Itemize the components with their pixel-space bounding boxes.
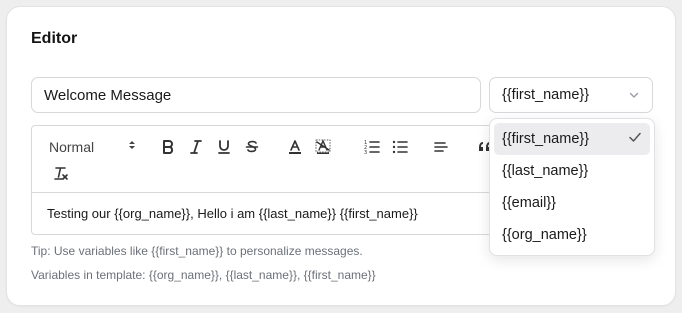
bullet-list-button[interactable] [391,138,409,156]
variable-option-first-name[interactable]: {{first_name}} [494,123,650,155]
variable-option-last-name[interactable]: {{last_name}} [494,155,650,187]
align-button[interactable] [432,138,450,156]
editor-card: Editor {{first_name}} Normal [6,6,676,306]
header-format-label: Normal [49,139,95,155]
message-title-input[interactable] [31,77,481,113]
background-color-icon [315,139,331,154]
text-color-icon [289,140,301,154]
template-variables-text: Variables in template: {{org_name}}, {{l… [31,268,376,282]
bold-button[interactable] [160,138,176,156]
variable-dropdown-menu: {{first_name}} {{last_name}} {{email}} {… [489,118,655,256]
underline-button[interactable] [216,138,232,156]
underline-icon [218,140,230,154]
clear-format-icon [54,167,68,180]
strikethrough-icon [245,140,259,153]
variable-select[interactable]: {{first_name}} [489,77,653,113]
italic-button[interactable] [188,138,204,156]
align-left-icon [434,142,448,152]
option-label: {{last_name}} [502,163,589,179]
chevron-down-icon [628,89,640,101]
ordered-list-button[interactable]: 123 [363,138,381,156]
strikethrough-button[interactable] [244,138,260,156]
background-color-button[interactable] [314,138,332,156]
ordered-list-icon: 123 [364,140,380,155]
italic-icon [190,140,202,154]
variable-option-org-name[interactable]: {{org_name}} [494,219,650,251]
bold-icon [163,140,174,154]
clear-format-button[interactable] [52,164,70,182]
variable-option-email[interactable]: {{email}} [494,187,650,219]
svg-text:3: 3 [364,150,367,155]
option-label: {{email}} [502,195,557,211]
check-icon [628,130,642,148]
text-color-button[interactable] [286,138,304,156]
option-label: {{org_name}} [502,227,587,243]
updown-icon [127,138,137,156]
header-format-select[interactable]: Normal [49,137,137,157]
tip-text: Tip: Use variables like {{first_name}} t… [31,244,363,258]
variable-select-value: {{first_name}} [502,87,590,103]
option-label: {{first_name}} [502,131,590,147]
bullet-list-icon [392,140,408,154]
card-title: Editor [31,30,78,47]
editor-content[interactable]: Testing our {{org_name}}, Hello i am {{l… [47,206,418,221]
